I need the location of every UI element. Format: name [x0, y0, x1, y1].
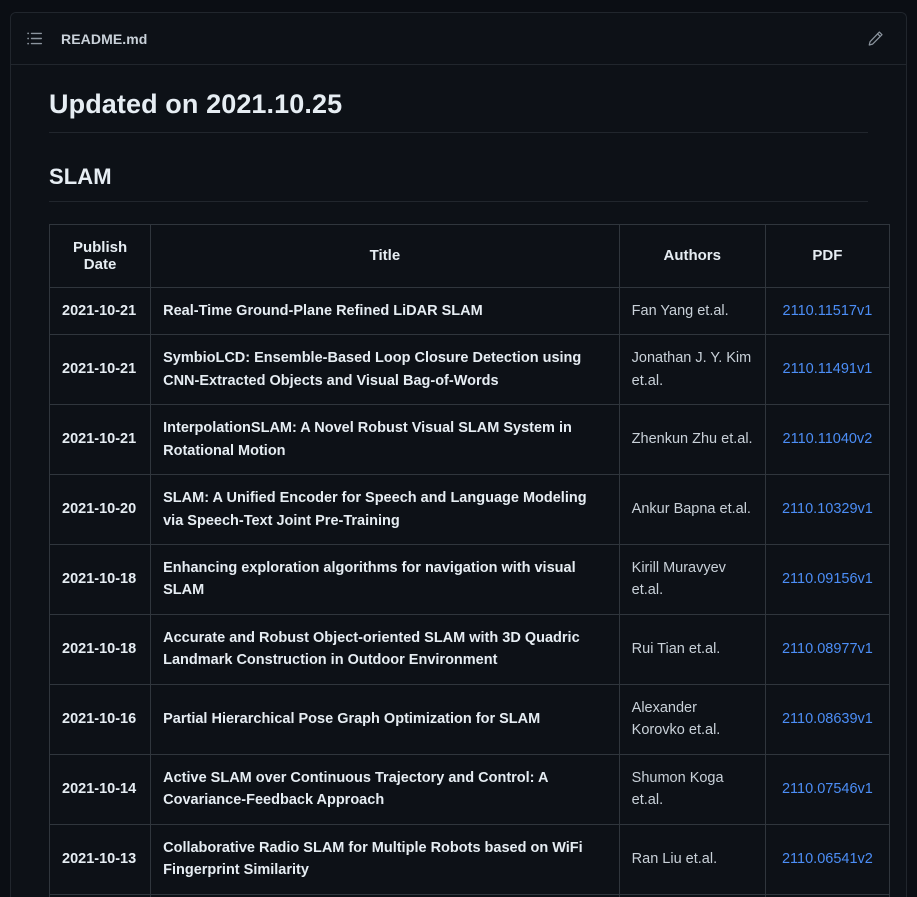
- list-outline-icon[interactable]: [21, 26, 47, 52]
- cell-title: Enhancing exploration algorithms for nav…: [151, 544, 620, 614]
- cell-publish-date: 2021-10-18: [50, 544, 151, 614]
- file-header-left: README.md: [21, 26, 862, 52]
- cell-authors: Zhenkun Zhu et.al.: [619, 405, 765, 475]
- cell-authors: Alexander Korovko et.al.: [619, 684, 765, 754]
- cell-publish-date: 2021-10-21: [50, 405, 151, 475]
- table-row: 2021-10-16Partial Hierarchical Pose Grap…: [50, 684, 890, 754]
- cell-publish-date: 2021-10-21: [50, 287, 151, 334]
- cell-authors: Jonathan J. Y. Kim et.al.: [619, 335, 765, 405]
- table-row: 2021-10-18Enhancing exploration algorith…: [50, 544, 890, 614]
- pdf-link[interactable]: 2110.11040v2: [783, 431, 873, 447]
- cell-authors: Shumon Koga et.al.: [619, 754, 765, 824]
- cell-pdf: 2110.08639v1: [765, 684, 889, 754]
- file-name-label: README.md: [61, 31, 147, 47]
- pdf-link[interactable]: 2110.09156v1: [782, 571, 873, 587]
- table-head: Publish Date Title Authors PDF: [50, 224, 890, 287]
- pdf-link[interactable]: 2110.10329v1: [782, 501, 873, 517]
- pdf-link[interactable]: 2110.08639v1: [782, 711, 873, 727]
- table-row: 2021-10-18Accurate and Robust Object-ori…: [50, 614, 890, 684]
- cell-authors: Fan Yang et.al.: [619, 287, 765, 334]
- cell-pdf: 2110.09156v1: [765, 544, 889, 614]
- cell-title: Partial Hierarchical Pose Graph Optimiza…: [151, 684, 620, 754]
- cell-pdf: 2110.10329v1: [765, 475, 889, 545]
- cell-authors: Ankur Bapna et.al.: [619, 475, 765, 545]
- file-header-right: [862, 26, 888, 52]
- cell-publish-date: 2021-10-18: [50, 614, 151, 684]
- cell-publish-date: 2021-10-13: [50, 824, 151, 894]
- markdown-body: Updated on 2021.10.25 SLAM Publish Date …: [11, 65, 906, 897]
- column-header-title: Title: [151, 224, 620, 287]
- cell-publish-date: 2021-10-14: [50, 754, 151, 824]
- cell-title: InterpolationSLAM: A Novel Robust Visual…: [151, 405, 620, 475]
- cell-pdf: 2110.07546v1: [765, 754, 889, 824]
- table-row: 2021-10-21Real-Time Ground-Plane Refined…: [50, 287, 890, 334]
- pdf-link[interactable]: 2110.07546v1: [782, 781, 873, 797]
- cell-pdf: 2110.11517v1: [765, 287, 889, 334]
- cell-title: Collaborative Radio SLAM for Multiple Ro…: [151, 824, 620, 894]
- cell-title: Active SLAM over Continuous Trajectory a…: [151, 754, 620, 824]
- cell-publish-date: 2021-10-20: [50, 475, 151, 545]
- file-header: README.md: [11, 13, 906, 65]
- cell-title: Real-Time Ground-Plane Refined LiDAR SLA…: [151, 287, 620, 334]
- pencil-icon[interactable]: [862, 26, 888, 52]
- page-title: Updated on 2021.10.25: [49, 87, 868, 133]
- table-row: 2021-10-21SymbioLCD: Ensemble-Based Loop…: [50, 335, 890, 405]
- file-view-panel: README.md Updated on 2021.10.25 SLAM: [10, 12, 907, 897]
- table-body: 2021-10-21Real-Time Ground-Plane Refined…: [50, 287, 890, 897]
- column-header-authors: Authors: [619, 224, 765, 287]
- cell-pdf: 2110.06541v2: [765, 824, 889, 894]
- table-row: 2021-10-14Active SLAM over Continuous Tr…: [50, 754, 890, 824]
- cell-title: SLAM: A Unified Encoder for Speech and L…: [151, 475, 620, 545]
- cell-publish-date: 2021-10-21: [50, 335, 151, 405]
- cell-pdf: 2110.11491v1: [765, 335, 889, 405]
- cell-authors: Ran Liu et.al.: [619, 824, 765, 894]
- cell-pdf: 2110.08977v1: [765, 614, 889, 684]
- cell-publish-date: 2021-10-16: [50, 684, 151, 754]
- table-row: 2021-10-13Collaborative Radio SLAM for M…: [50, 824, 890, 894]
- cell-authors: Kirill Muravyev et.al.: [619, 544, 765, 614]
- table-row: 2021-10-21InterpolationSLAM: A Novel Rob…: [50, 405, 890, 475]
- pdf-link[interactable]: 2110.08977v1: [782, 641, 873, 657]
- pdf-link[interactable]: 2110.06541v2: [782, 851, 873, 867]
- cell-authors: Rui Tian et.al.: [619, 614, 765, 684]
- cell-title: SymbioLCD: Ensemble-Based Loop Closure D…: [151, 335, 620, 405]
- section-heading-slam: SLAM: [49, 163, 868, 202]
- pdf-link[interactable]: 2110.11517v1: [783, 303, 873, 319]
- papers-table: Publish Date Title Authors PDF 2021-10-2…: [49, 224, 890, 897]
- table-row: 2021-10-20SLAM: A Unified Encoder for Sp…: [50, 475, 890, 545]
- table-header-row: Publish Date Title Authors PDF: [50, 224, 890, 287]
- papers-table-wrapper: Publish Date Title Authors PDF 2021-10-2…: [49, 224, 890, 897]
- column-header-pdf: PDF: [765, 224, 889, 287]
- column-header-publish-date: Publish Date: [50, 224, 151, 287]
- cell-title: Accurate and Robust Object-oriented SLAM…: [151, 614, 620, 684]
- cell-pdf: 2110.11040v2: [765, 405, 889, 475]
- app-root: README.md Updated on 2021.10.25 SLAM: [0, 0, 917, 897]
- pdf-link[interactable]: 2110.11491v1: [783, 361, 873, 377]
